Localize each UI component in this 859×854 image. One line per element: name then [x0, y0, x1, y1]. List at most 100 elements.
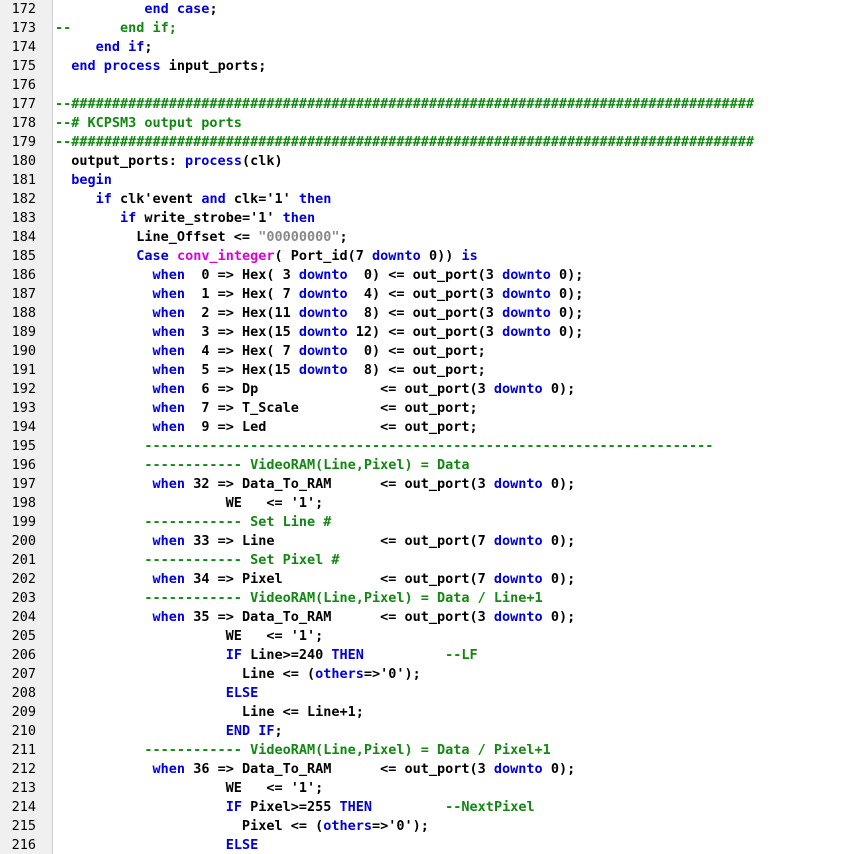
- keyword-token: Case: [136, 248, 169, 264]
- code-line[interactable]: 205 WE <= '1';: [0, 627, 859, 646]
- code-token: 0) <= out_port;: [347, 343, 486, 359]
- code-line[interactable]: 180 output_ports: process(clk): [0, 152, 859, 171]
- code-line[interactable]: 179 --###################################…: [0, 133, 859, 152]
- code-line[interactable]: 173 -- end if;: [0, 19, 859, 38]
- code-line[interactable]: 195 ------------------------------------…: [0, 437, 859, 456]
- code-line[interactable]: 176: [0, 76, 859, 95]
- line-number: 211: [11, 742, 36, 758]
- code-editor[interactable]: 172 end case; 173 -- end if; 174 end if; 175…: [0, 0, 859, 854]
- code-line[interactable]: 212 when 36 => Data_To_RAM <= out_port(3…: [0, 760, 859, 779]
- code-line[interactable]: 185 Case conv_integer( Port_id(7 downto …: [0, 247, 859, 266]
- code-line[interactable]: 209 Line <= Line+1;: [0, 703, 859, 722]
- code-line[interactable]: 193 when 7 => T_Scale <= out_port;: [0, 399, 859, 418]
- code-line[interactable]: 186 when 0 => Hex( 3 downto 0) <= out_po…: [0, 266, 859, 285]
- code-line[interactable]: 175 end process input_ports;: [0, 57, 859, 76]
- code-text: when 32 => Data_To_RAM <= out_port(3 dow…: [55, 475, 576, 494]
- code-text: ------------ VideoRAM(Line,Pixel) = Data…: [55, 741, 551, 760]
- code-line[interactable]: 191 when 5 => Hex(15 downto 8) <= out_po…: [0, 361, 859, 380]
- comment-token: --######################################…: [55, 134, 754, 150]
- comment-token: ------------ VideoRAM(Line,Pixel) = Data…: [144, 742, 551, 758]
- code-line[interactable]: 201 ------------ Set Pixel #: [0, 551, 859, 570]
- line-number: 175: [11, 58, 36, 74]
- code-token: =>'0');: [363, 666, 421, 682]
- comment-token: ------------ VideoRAM(Line,Pixel) = Data: [144, 457, 470, 473]
- code-line[interactable]: 204 when 35 => Data_To_RAM <= out_port(3…: [0, 608, 859, 627]
- code-text: Pixel <= (others=>'0');: [55, 817, 429, 836]
- code-line[interactable]: 211 ------------ VideoRAM(Line,Pixel) = …: [0, 741, 859, 760]
- keyword-token: ELSE: [225, 837, 259, 853]
- line-number: 202: [11, 571, 36, 587]
- code-text: when 33 => Line <= out_port(7 downto 0);: [55, 532, 576, 551]
- code-line[interactable]: 203 ------------ VideoRAM(Line,Pixel) = …: [0, 589, 859, 608]
- code-line[interactable]: 190 when 4 => Hex( 7 downto 0) <= out_po…: [0, 342, 859, 361]
- code-token: Line>=240: [241, 647, 332, 663]
- code-line[interactable]: 215 Pixel <= (others=>'0');: [0, 817, 859, 836]
- code-token: 32 => Data_To_RAM <= out_port(3: [185, 476, 494, 492]
- code-line[interactable]: 200 when 33 => Line <= out_port(7 downto…: [0, 532, 859, 551]
- code-line[interactable]: 216 ELSE: [0, 836, 859, 854]
- code-line[interactable]: 192 when 6 => Dp <= out_port(3 downto 0)…: [0, 380, 859, 399]
- code-text: when 4 => Hex( 7 downto 0) <= out_port;: [55, 342, 486, 361]
- code-line[interactable]: 213 WE <= '1';: [0, 779, 859, 798]
- code-text: end if;: [55, 38, 153, 57]
- line-number: 186: [11, 267, 36, 283]
- keyword-token: downto: [298, 324, 348, 340]
- code-line[interactable]: 196 ------------ VideoRAM(Line,Pixel) = …: [0, 456, 859, 475]
- code-line[interactable]: 197 when 32 => Data_To_RAM <= out_port(3…: [0, 475, 859, 494]
- code-line[interactable]: 188 when 2 => Hex(11 downto 8) <= out_po…: [0, 304, 859, 323]
- code-line[interactable]: 198 WE <= '1';: [0, 494, 859, 513]
- code-token: WE <= '1';: [55, 495, 324, 511]
- code-line[interactable]: 182 if clk'event and clk='1' then: [0, 190, 859, 209]
- keyword-token: when: [152, 609, 186, 625]
- code-text: Line <= Line+1;: [55, 703, 364, 722]
- comment-token: ----------------------------------------…: [144, 438, 714, 454]
- keyword-token: when: [152, 761, 186, 777]
- code-token: 0);: [550, 324, 584, 340]
- keyword-token: downto: [493, 571, 543, 587]
- code-line[interactable]: 184 Line_Offset <= "00000000";: [0, 228, 859, 247]
- code-token: 36 => Data_To_RAM <= out_port(3: [185, 761, 494, 777]
- code-line[interactable]: 210 END IF;: [0, 722, 859, 741]
- code-text: WE <= '1';: [55, 494, 324, 513]
- code-text: when 9 => Led <= out_port;: [55, 418, 478, 437]
- code-text: ----------------------------------------…: [55, 437, 713, 456]
- line-number: 210: [11, 723, 36, 739]
- code-text: when 34 => Pixel <= out_port(7 downto 0)…: [55, 570, 576, 589]
- code-line[interactable]: 189 when 3 => Hex(15 downto 12) <= out_p…: [0, 323, 859, 342]
- code-line[interactable]: 172 end case;: [0, 0, 859, 19]
- code-token: 35 => Data_To_RAM <= out_port(3: [185, 609, 494, 625]
- code-line[interactable]: 194 when 9 => Led <= out_port;: [0, 418, 859, 437]
- code-line[interactable]: 202 when 34 => Pixel <= out_port(7 downt…: [0, 570, 859, 589]
- line-number: 214: [11, 799, 36, 815]
- keyword-token: process: [185, 153, 242, 169]
- code-area[interactable]: 172 end case; 173 -- end if; 174 end if; 175…: [0, 0, 859, 854]
- keyword-token: END IF: [225, 723, 275, 739]
- code-line[interactable]: 199 ------------ Set Line #: [0, 513, 859, 532]
- keyword-token: end if: [95, 39, 145, 55]
- code-text: end case;: [55, 0, 217, 19]
- code-line[interactable]: 214 IF Pixel>=255 THEN --NextPixel: [0, 798, 859, 817]
- code-text: Line <= (others=>'0');: [55, 665, 421, 684]
- code-line[interactable]: 187 when 1 => Hex( 7 downto 4) <= out_po…: [0, 285, 859, 304]
- code-line[interactable]: 181 begin: [0, 171, 859, 190]
- code-line[interactable]: 183 if write_strobe='1' then: [0, 209, 859, 228]
- keyword-token: downto: [502, 305, 551, 321]
- code-line[interactable]: 207 Line <= (others=>'0');: [0, 665, 859, 684]
- code-line[interactable]: 177 --###################################…: [0, 95, 859, 114]
- code-text: WE <= '1';: [55, 627, 324, 646]
- code-line[interactable]: 174 end if;: [0, 38, 859, 57]
- keyword-token: downto: [493, 533, 543, 549]
- code-line[interactable]: 206 IF Line>=240 THEN --LF: [0, 646, 859, 665]
- code-token: 5 => Hex(15: [185, 362, 299, 378]
- code-text: output_ports: process(clk): [55, 152, 282, 171]
- code-line[interactable]: 208 ELSE: [0, 684, 859, 703]
- line-number: 174: [11, 39, 36, 55]
- code-line[interactable]: 178 --# KCPSM3 output ports: [0, 114, 859, 133]
- keyword-token: downto: [493, 381, 543, 397]
